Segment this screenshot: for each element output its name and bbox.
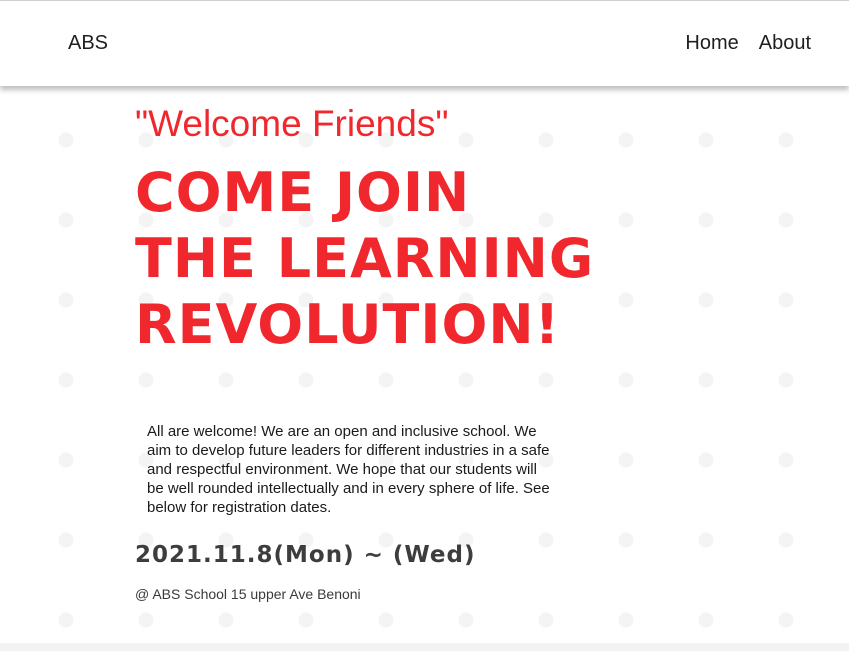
nav-link-home[interactable]: Home [685, 32, 738, 55]
intro-paragraph: All are welcome! We are an open and incl… [147, 423, 550, 516]
hero-headline: COME JOIN THE LEARNING REVOLUTION! [135, 160, 735, 358]
headline-line-1: COME JOIN [135, 161, 471, 224]
footer-bar [0, 643, 849, 651]
navbar: ABS Home About [0, 0, 849, 86]
welcome-tagline: "Welcome Friends" [135, 103, 449, 144]
page: ABS Home About "Welcome Friends" COME JO… [0, 0, 849, 651]
brand-logo-link[interactable]: ABS [68, 32, 108, 55]
event-location: @ ABS School 15 upper Ave Benoni [135, 586, 361, 602]
nav-link-about[interactable]: About [759, 32, 811, 55]
hero-section: "Welcome Friends" COME JOIN THE LEARNING… [135, 100, 735, 358]
registration-dates: 2021.11.8(Mon) ~ (Wed) [135, 542, 476, 568]
nav-links: Home About [685, 32, 811, 55]
headline-line-3: REVOLUTION! [135, 293, 561, 356]
headline-line-2: THE LEARNING [135, 227, 595, 290]
